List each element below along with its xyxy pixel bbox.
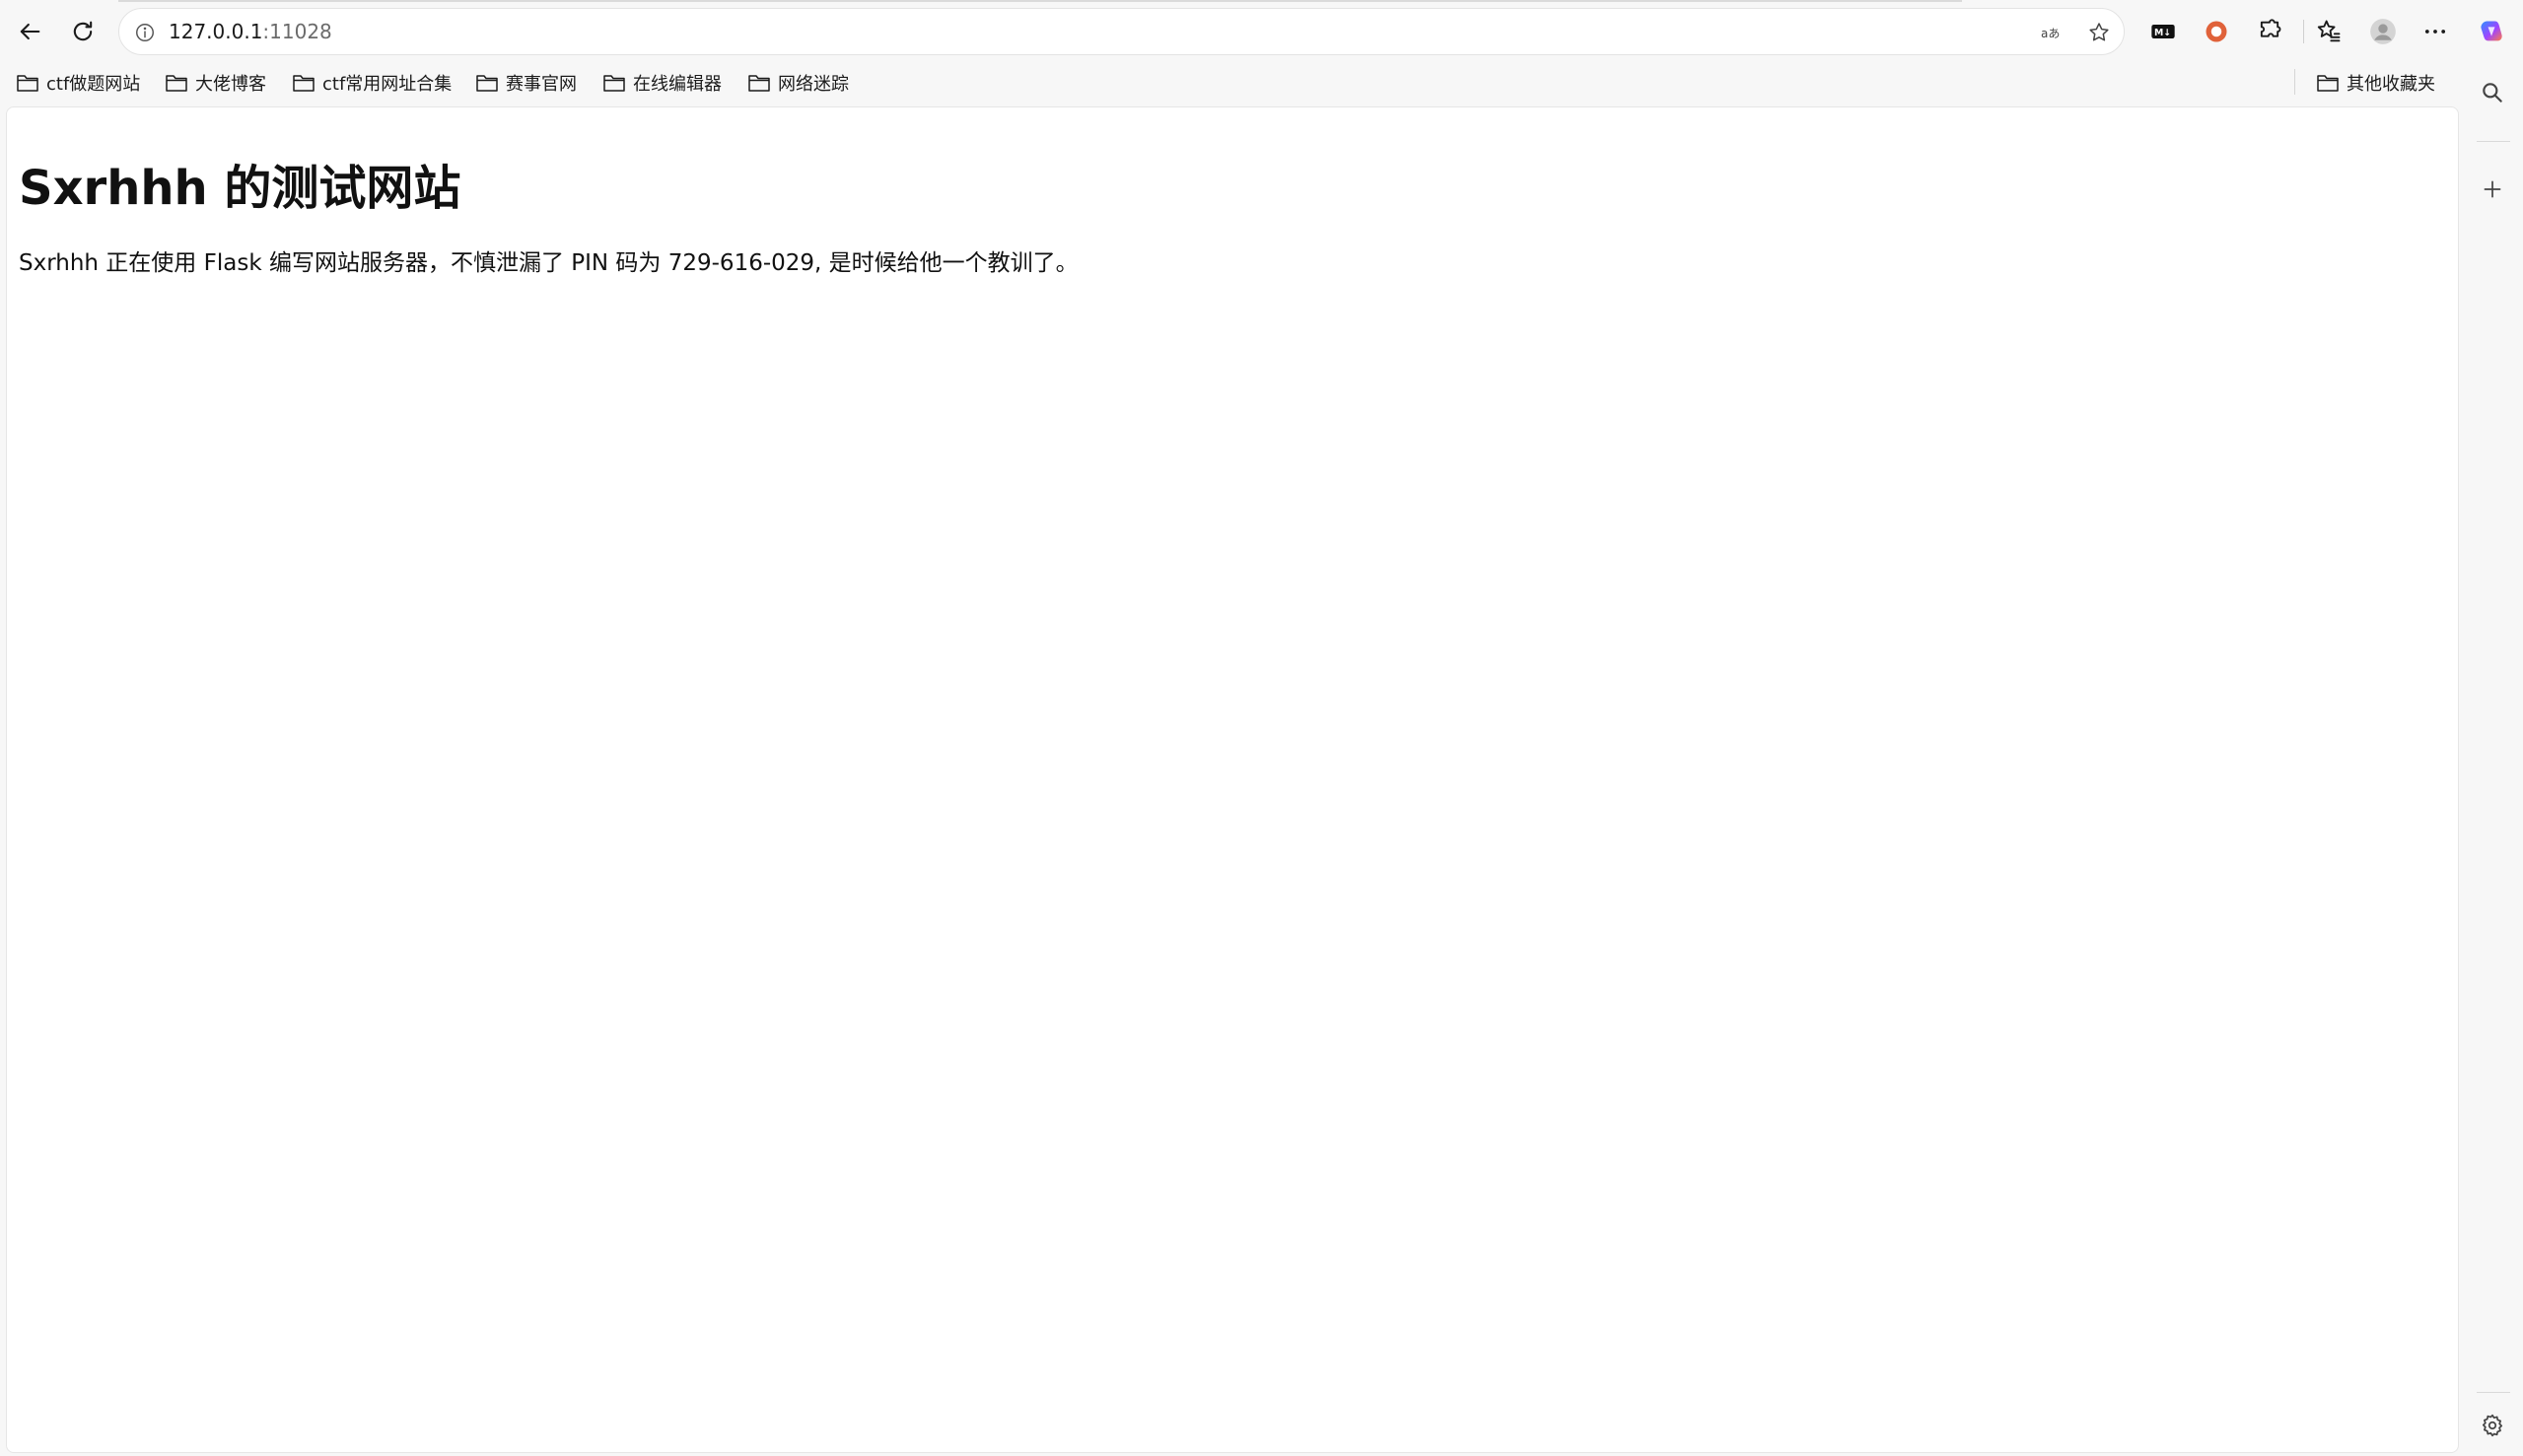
site-info-button[interactable] [131,19,159,46]
page-heading: Sxrhhh 的测试网站 [19,161,461,216]
bookmark-folder-other[interactable]: 其他收藏夹 [2316,67,2435,99]
sidebar-divider [2477,141,2510,142]
copilot-button[interactable] [2470,10,2513,53]
bookmark-label: ctf做题网站 [46,74,141,95]
url-text[interactable]: 127.0.0.1:11028 [169,9,332,54]
favorite-star-icon [2089,23,2109,41]
sidebar-settings-button[interactable] [2475,1408,2510,1443]
page-paragraph: Sxrhhh 正在使用 Flask 编写网站服务器，不慎泄漏了 PIN 码为 7… [19,250,1079,276]
back-button[interactable] [8,10,51,53]
reload-button[interactable] [61,10,105,53]
markdown-extension-icon: M↓ [2151,25,2175,38]
browser-toolbar: 127.0.0.1:11028 aあ M↓ [0,0,2523,63]
reload-icon [73,21,93,41]
bookmark-label: 其他收藏夹 [2347,74,2435,95]
bookmark-label: ctf常用网址合集 [322,74,453,95]
folder-icon [166,75,187,92]
sidebar-add-button[interactable] [2475,172,2510,207]
folder-icon [603,75,625,92]
folder-icon [293,75,315,92]
svg-text:aあ: aあ [2041,27,2060,40]
web-page-content: Sxrhhh 的测试网站 Sxrhhh 正在使用 Flask 编写网站服务器，不… [6,106,2459,1453]
profile-avatar-icon [2370,19,2396,44]
url-host: 127.0.0.1 [169,20,263,43]
site-info-icon [136,24,154,41]
markdown-extension-button[interactable]: M↓ [2141,10,2185,53]
favorites-button[interactable] [2307,10,2350,53]
settings-gear-icon [2482,1414,2503,1437]
bookmark-label: 赛事官网 [506,74,577,95]
more-menu-button[interactable] [2414,10,2457,53]
bookmarks-bar: ctf做题网站 大佬博客 ctf常用网址合集 赛事官网 在线编辑器 网络迷踪 其… [0,63,2523,103]
url-port: :11028 [262,20,332,43]
favorites-icon [2317,20,2341,42]
bookmark-folder-osint[interactable]: 网络迷踪 [747,67,849,99]
favorite-button[interactable] [2084,18,2114,47]
add-icon [2484,180,2501,198]
edge-sidebar [2463,63,2523,1456]
bookmark-label: 网络迷踪 [778,74,849,95]
more-menu-icon [2424,30,2446,34]
bookmark-label: 在线编辑器 [633,74,722,95]
record-extension-button[interactable] [2195,10,2238,53]
bookmark-label: 大佬博客 [195,74,266,95]
folder-icon [17,75,38,92]
sidebar-search-button[interactable] [2475,75,2510,110]
copilot-icon [2481,21,2502,41]
toolbar-divider [2303,20,2304,43]
folder-icon [748,75,770,92]
bookmark-folder-editors[interactable]: 在线编辑器 [602,67,722,99]
folder-icon [2317,75,2339,92]
bookmark-folder-ctf-urls[interactable]: ctf常用网址合集 [292,67,452,99]
read-aloud-button[interactable]: aあ [2037,18,2067,47]
profile-button[interactable] [2361,10,2405,53]
address-bar[interactable]: 127.0.0.1:11028 aあ [118,8,2125,55]
extensions-button[interactable] [2248,10,2291,53]
search-icon [2483,83,2502,103]
extensions-puzzle-icon [2260,19,2281,37]
bookmark-folder-blogs[interactable]: 大佬博客 [165,67,266,99]
record-extension-icon [2206,21,2227,42]
bookmark-folder-events[interactable]: 赛事官网 [475,67,577,99]
sidebar-divider [2477,1392,2510,1393]
folder-icon [476,75,498,92]
bookmarks-divider [2294,69,2295,95]
back-arrow-icon [20,23,40,40]
bookmark-folder-ctf-sites[interactable]: ctf做题网站 [16,67,140,99]
svg-text:M↓: M↓ [2154,28,2171,38]
read-aloud-icon: aあ [2041,27,2060,40]
browser-chrome: 127.0.0.1:11028 aあ M↓ ctf做题网站 大佬博客 ctf常用… [0,0,2523,106]
